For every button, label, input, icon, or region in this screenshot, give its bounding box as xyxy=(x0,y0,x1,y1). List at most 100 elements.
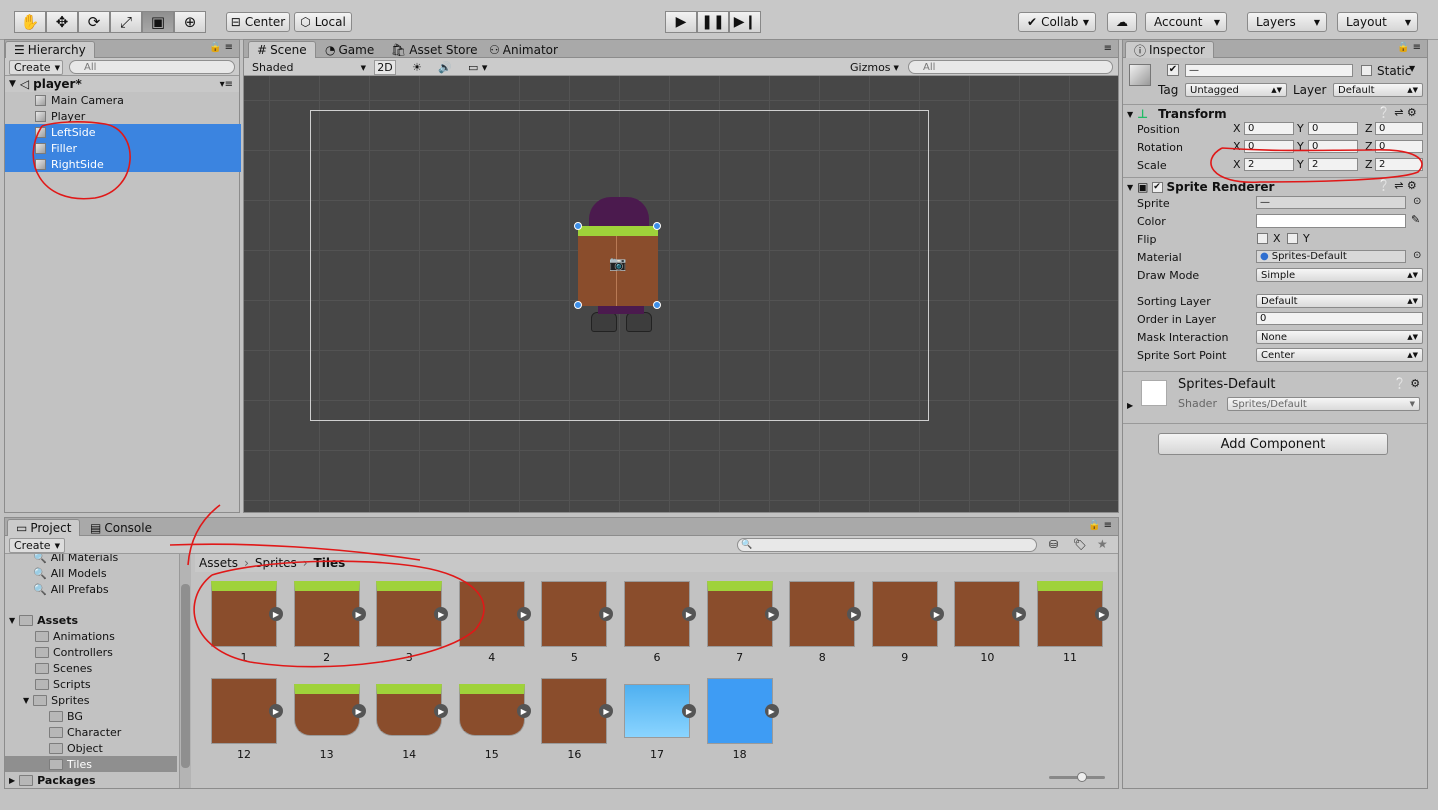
object-picker-icon[interactable]: ⊙ xyxy=(1413,250,1421,261)
rect-tool-icon[interactable]: ▣ xyxy=(142,11,174,33)
mode-2d-toggle[interactable]: 2D xyxy=(374,60,396,75)
rotation-y-field[interactable]: 0 xyxy=(1308,140,1358,153)
tree-item-packages[interactable]: ▶ Packages xyxy=(9,772,96,788)
play-preview-icon[interactable]: ▶ xyxy=(929,607,944,621)
play-preview-icon[interactable]: ▶ xyxy=(434,607,449,621)
static-checkbox[interactable] xyxy=(1361,65,1372,76)
component-help-icon[interactable]: ❔ ⇌ ⚙ xyxy=(1377,179,1417,192)
favorite-all-prefabs[interactable]: 🔍 All Prefabs xyxy=(33,581,109,597)
position-y-field[interactable]: 0 xyxy=(1308,122,1358,135)
play-preview-icon[interactable]: ▶ xyxy=(682,607,696,621)
pause-button[interactable]: ❚❚ xyxy=(697,11,729,33)
tab-hierarchy[interactable]: ☰ Hierarchy xyxy=(5,41,95,58)
tag-dropdown[interactable]: Untagged ▲▼ xyxy=(1185,83,1287,97)
color-swatch[interactable] xyxy=(1256,214,1406,228)
asset-thumbnail[interactable] xyxy=(1037,581,1103,647)
draw-mode-dropdown[interactable]: Simple ▲▼ xyxy=(1256,268,1423,282)
position-x-field[interactable]: 0 xyxy=(1244,122,1294,135)
play-preview-icon[interactable]: ▶ xyxy=(1012,607,1027,621)
asset-thumbnail[interactable] xyxy=(871,581,938,647)
play-preview-icon[interactable]: ▶ xyxy=(847,607,862,621)
account-dropdown[interactable]: Account ▼ xyxy=(1145,12,1227,32)
rect-handle-bottom-right[interactable] xyxy=(653,301,661,309)
favorite-all-materials[interactable]: 🔍 All Materials xyxy=(33,554,118,565)
hierarchy-item-main-camera[interactable]: Main Camera xyxy=(5,92,241,108)
pivot-local-button[interactable]: ⬡ Local xyxy=(294,12,352,32)
rect-handle-bottom-left[interactable] xyxy=(574,301,582,309)
sprite-renderer-header[interactable]: ▼ ▣ ✔ Sprite Renderer xyxy=(1127,179,1274,195)
layer-dropdown[interactable]: Default ▲▼ xyxy=(1333,83,1423,97)
filter-type-icon[interactable]: ⛁ xyxy=(1049,538,1058,551)
active-checkbox[interactable]: ✔ xyxy=(1167,64,1179,76)
tree-item-object[interactable]: Object xyxy=(49,740,103,756)
hierarchy-item-leftside[interactable]: LeftSide xyxy=(5,124,241,140)
tree-item-scripts[interactable]: Scripts xyxy=(35,676,91,692)
play-preview-icon[interactable]: ▶ xyxy=(351,607,366,621)
asset-thumbnail[interactable] xyxy=(624,581,690,647)
play-preview-icon[interactable]: ▶ xyxy=(1095,607,1109,621)
asset-thumbnail[interactable] xyxy=(706,581,773,647)
object-name-field[interactable]: — xyxy=(1185,64,1353,77)
thumbnail-size-slider[interactable] xyxy=(1049,772,1105,782)
gizmos-dropdown[interactable]: Gizmos ▼ xyxy=(846,60,902,75)
layers-dropdown[interactable]: Layers ▼ xyxy=(1247,12,1327,32)
tab-asset-store[interactable]: 🛍 Asset Store xyxy=(382,41,487,58)
tab-project[interactable]: ▭ Project xyxy=(7,519,81,536)
rect-handle-top-right[interactable] xyxy=(653,222,661,230)
tab-animator[interactable]: ⚇ Animator xyxy=(480,41,567,58)
scale-y-field[interactable]: 2 xyxy=(1308,158,1358,171)
eyedropper-icon[interactable]: ✎ xyxy=(1411,213,1420,226)
material-field[interactable]: ● Sprites-Default xyxy=(1256,250,1406,263)
scene-viewport[interactable]: 📷 xyxy=(244,76,1118,512)
play-preview-icon[interactable]: ▶ xyxy=(516,704,531,718)
tree-item-sprites[interactable]: ▼ Sprites xyxy=(23,692,90,708)
sorting-layer-dropdown[interactable]: Default ▲▼ xyxy=(1256,294,1423,308)
object-picker-icon[interactable]: ⊙ xyxy=(1413,196,1421,207)
tree-scrollbar[interactable] xyxy=(179,554,191,788)
hand-tool-icon[interactable]: ✋ xyxy=(14,11,46,33)
rotation-x-field[interactable]: 0 xyxy=(1244,140,1294,153)
position-z-field[interactable]: 0 xyxy=(1375,122,1423,135)
lighting-toggle-icon[interactable]: ☀ xyxy=(408,60,428,75)
asset-thumbnail[interactable] xyxy=(458,581,525,647)
tree-item-animations[interactable]: Animations xyxy=(35,628,115,644)
tree-item-controllers[interactable]: Controllers xyxy=(35,644,113,660)
asset-thumbnail[interactable] xyxy=(706,678,773,744)
scale-x-field[interactable]: 2 xyxy=(1244,158,1294,171)
scale-tool-icon[interactable]: ⤢ xyxy=(110,11,142,33)
scrollbar-thumb[interactable] xyxy=(181,584,190,768)
asset-thumbnail[interactable] xyxy=(458,684,525,736)
tree-item-character[interactable]: Character xyxy=(49,724,121,740)
panel-menu-icon[interactable]: 🔒 ≡ xyxy=(209,42,233,53)
shader-dropdown[interactable]: Sprites/Default ▼ xyxy=(1227,397,1420,411)
play-preview-icon[interactable]: ▶ xyxy=(269,607,283,621)
asset-thumbnail[interactable] xyxy=(541,581,608,647)
shading-mode-dropdown[interactable]: Shaded ▼ xyxy=(248,60,368,75)
order-in-layer-field[interactable]: 0 xyxy=(1256,312,1423,325)
asset-thumbnail[interactable] xyxy=(541,678,608,744)
play-preview-icon[interactable]: ▶ xyxy=(764,607,779,621)
play-preview-icon[interactable]: ▶ xyxy=(516,607,531,621)
flip-x-checkbox[interactable] xyxy=(1257,233,1268,244)
breadcrumb-assets[interactable]: Assets xyxy=(199,556,238,570)
play-preview-icon[interactable]: ▶ xyxy=(434,704,449,718)
component-help-icon[interactable]: ❔ ⇌ ⚙ xyxy=(1377,106,1417,119)
static-dropdown-arrow-icon[interactable]: ▼ xyxy=(1409,64,1415,73)
slider-thumb[interactable] xyxy=(1077,772,1087,782)
play-preview-icon[interactable]: ▶ xyxy=(682,704,696,718)
audio-toggle-icon[interactable]: 🔊 xyxy=(434,60,454,75)
hierarchy-item-filler[interactable]: Filler xyxy=(5,140,241,156)
scale-z-field[interactable]: 2 xyxy=(1375,158,1423,171)
hierarchy-search-input[interactable]: All xyxy=(69,60,235,74)
panel-menu-icon[interactable]: 🔒 ≡ xyxy=(1397,42,1421,53)
asset-thumbnail[interactable] xyxy=(211,678,277,744)
hierarchy-item-rightside[interactable]: RightSide xyxy=(5,156,241,172)
expand-arrow-icon[interactable]: ▶ xyxy=(1127,401,1133,410)
asset-thumbnail[interactable] xyxy=(293,581,360,647)
asset-thumbnail[interactable] xyxy=(789,581,856,647)
step-button[interactable]: ▶❙ xyxy=(729,11,761,33)
panel-menu-icon[interactable]: 🔒 ≡ xyxy=(1088,520,1112,531)
scene-root-row[interactable]: ▼ ◁ player* ▾≡ xyxy=(5,76,239,92)
tree-item-assets[interactable]: ▼ Assets xyxy=(9,612,78,628)
asset-thumbnail[interactable] xyxy=(376,684,443,736)
